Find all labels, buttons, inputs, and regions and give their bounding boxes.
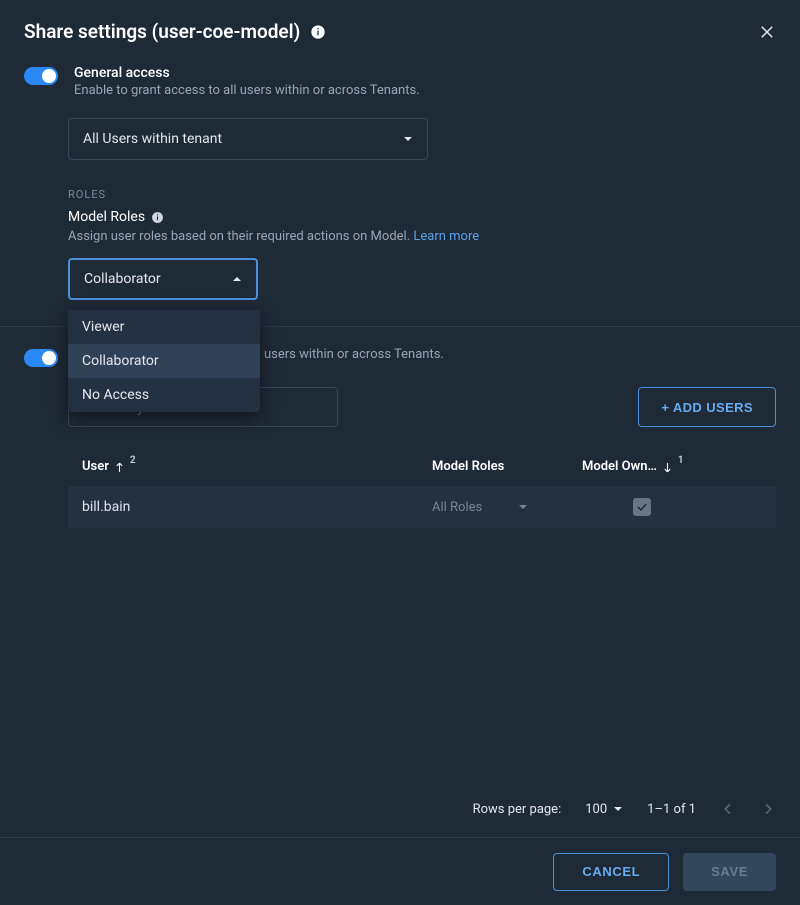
sort-order-badge: 2 [130, 455, 136, 466]
role-select[interactable]: Collaborator [68, 258, 258, 300]
save-button: SAVE [683, 853, 776, 891]
table-header: User 2 Model Roles Model Own… 1 [68, 447, 776, 486]
pager-next[interactable] [760, 801, 776, 817]
pager-range: 1–1 of 1 [647, 802, 696, 817]
row-role-select[interactable]: All Roles [432, 500, 582, 515]
learn-more-link[interactable]: Learn more [413, 229, 479, 244]
general-access-toggle[interactable] [24, 67, 58, 85]
general-access-section: General access Enable to grant access to… [0, 55, 800, 102]
dialog-title: Share settings (user-coe-model) [24, 20, 300, 43]
role-option-no-access[interactable]: No Access [68, 378, 260, 412]
general-access-subtitle: Enable to grant access to all users with… [74, 83, 420, 98]
role-option-collaborator[interactable]: Collaborator [68, 344, 260, 378]
general-access-title: General access [74, 65, 420, 81]
info-icon[interactable] [310, 24, 326, 40]
scope-select-value: All Users within tenant [83, 131, 222, 147]
pager-prev[interactable] [720, 801, 736, 817]
cell-user: bill.bain [82, 499, 432, 515]
arrow-up-icon [113, 461, 126, 474]
cancel-button[interactable]: CANCEL [553, 853, 669, 891]
sort-order-badge: 1 [678, 455, 684, 466]
add-users-button[interactable]: + ADD USERS [638, 387, 776, 427]
column-header-user[interactable]: User 2 [82, 459, 432, 474]
owner-checkbox[interactable] [633, 498, 651, 516]
chevron-down-icon [613, 804, 623, 814]
dialog-header: Share settings (user-coe-model) [0, 0, 800, 55]
rows-per-page-select[interactable]: 100 [585, 802, 623, 817]
roles-assign-text: Assign user roles based on their require… [68, 229, 776, 244]
rows-per-page-label: Rows per page: [473, 802, 562, 817]
column-header-roles[interactable]: Model Roles [432, 459, 582, 474]
arrow-down-icon [661, 461, 674, 474]
users-table: User 2 Model Roles Model Own… 1 bill.bai… [68, 447, 776, 528]
chevron-down-icon [403, 134, 413, 144]
dialog-footer: CANCEL SAVE [0, 837, 800, 905]
roles-heading: Model Roles [68, 209, 776, 225]
role-dropdown: Viewer Collaborator No Access [68, 310, 260, 412]
info-icon[interactable] [151, 211, 164, 224]
table-row: bill.bain All Roles [68, 486, 776, 528]
role-option-viewer[interactable]: Viewer [68, 310, 260, 344]
chevron-down-icon [518, 502, 528, 512]
close-icon[interactable] [758, 23, 776, 41]
column-header-owner[interactable]: Model Own… 1 [582, 459, 702, 474]
individual-access-toggle[interactable] [24, 349, 58, 367]
roles-section-label: ROLES [68, 188, 776, 201]
table-pager: Rows per page: 100 1–1 of 1 [473, 801, 776, 817]
chevron-up-icon [232, 274, 242, 284]
role-select-value: Collaborator [84, 271, 161, 287]
scope-select[interactable]: All Users within tenant [68, 118, 428, 160]
